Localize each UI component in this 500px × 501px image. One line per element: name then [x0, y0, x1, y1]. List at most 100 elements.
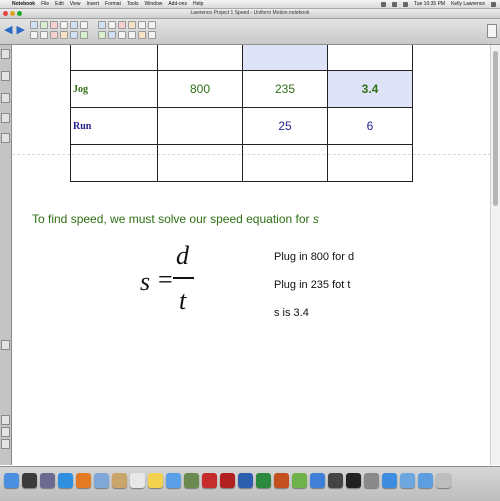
notes-icon[interactable]: [148, 473, 163, 488]
app-store-icon[interactable]: [382, 473, 397, 488]
downloads-icon[interactable]: [418, 473, 433, 488]
line-icon[interactable]: [148, 21, 156, 29]
text-icon[interactable]: [128, 31, 136, 39]
vertical-scrollbar[interactable]: [490, 45, 500, 465]
table-cell[interactable]: [70, 144, 158, 182]
wifi-icon[interactable]: [380, 1, 386, 7]
note-line[interactable]: s is 3.4: [274, 307, 309, 319]
table-cell[interactable]: [157, 45, 243, 71]
table-cell[interactable]: [327, 45, 413, 71]
select-arrow-icon[interactable]: [108, 21, 116, 29]
excel-icon[interactable]: [256, 473, 271, 488]
document-camera-icon[interactable]: [98, 21, 106, 29]
menu-notebook[interactable]: Notebook: [12, 0, 35, 8]
safari-icon[interactable]: [58, 473, 73, 488]
sidebar-arrow-left-icon[interactable]: [1, 415, 10, 425]
menu-tools[interactable]: Tools: [127, 0, 139, 8]
calendar-icon[interactable]: [130, 473, 145, 488]
jog-distance-cell[interactable]: 800: [157, 70, 243, 108]
note-line[interactable]: Plug in 235 fot t: [274, 279, 350, 291]
gallery-tab-icon[interactable]: [1, 71, 10, 81]
smart-notebook-icon[interactable]: [292, 473, 307, 488]
redo-icon[interactable]: [40, 31, 48, 39]
chess-icon[interactable]: [328, 473, 343, 488]
menu-user[interactable]: Kelly Lawrence: [451, 0, 485, 8]
menu-clock[interactable]: Tue 10:35 PM: [414, 0, 445, 8]
table-cell-highlighted[interactable]: 800: [242, 45, 328, 71]
table-cell[interactable]: [242, 144, 328, 182]
open-file-icon[interactable]: [60, 21, 68, 29]
firefox-icon[interactable]: [76, 473, 91, 488]
jog-time-cell[interactable]: 235: [242, 70, 328, 108]
toolbar-toggle-button[interactable]: [487, 24, 497, 38]
folder-icon[interactable]: [400, 473, 415, 488]
trash-icon[interactable]: [436, 473, 451, 488]
table-cell[interactable]: [70, 45, 158, 71]
itunes-icon[interactable]: [166, 473, 181, 488]
notebook-page[interactable]: 800 Jog 800 235 3.4 Run 25 6 To find spe…: [12, 45, 491, 465]
quicktime-icon[interactable]: [310, 473, 325, 488]
creative-pen-icon[interactable]: [128, 21, 136, 29]
addons-tab-icon[interactable]: [1, 133, 10, 143]
row-label-jog[interactable]: Jog: [70, 70, 158, 108]
volume-icon[interactable]: [391, 1, 397, 7]
pen-icon[interactable]: [118, 21, 126, 29]
speed-table[interactable]: 800 Jog 800 235 3.4 Run 25 6: [70, 45, 413, 182]
attachments-tab-icon[interactable]: [1, 93, 10, 103]
run-distance-cell[interactable]: [157, 107, 243, 145]
menu-file[interactable]: File: [41, 0, 49, 8]
contacts-icon[interactable]: [112, 473, 127, 488]
back-arrow-icon[interactable]: ◀: [4, 25, 12, 36]
table-cell[interactable]: [327, 144, 413, 182]
spotlight-icon[interactable]: [491, 1, 496, 7]
sidebar-arrow-up-icon[interactable]: [1, 439, 10, 449]
finder-icon[interactable]: [4, 473, 19, 488]
terminal-icon[interactable]: [346, 473, 361, 488]
dashboard-icon[interactable]: [22, 473, 37, 488]
scrollbar-thumb[interactable]: [493, 51, 498, 206]
properties-tab-icon[interactable]: [1, 113, 10, 123]
table-cell[interactable]: [157, 144, 243, 182]
full-screen-icon[interactable]: [70, 31, 78, 39]
menu-format[interactable]: Format: [105, 0, 121, 8]
word-icon[interactable]: [238, 473, 253, 488]
acrobat-icon[interactable]: [202, 473, 217, 488]
preferences-icon[interactable]: [364, 473, 379, 488]
menu-window[interactable]: Window: [145, 0, 163, 8]
shapes-icon[interactable]: [98, 31, 106, 39]
filezilla-icon[interactable]: [220, 473, 235, 488]
fill-icon[interactable]: [118, 31, 126, 39]
page-sorter-tab-icon[interactable]: [1, 49, 10, 59]
undo-icon[interactable]: [30, 31, 38, 39]
forward-arrow-icon[interactable]: ▶: [16, 25, 24, 36]
menu-addons[interactable]: Add-ons: [168, 0, 187, 8]
note-line[interactable]: Plug in 800 for d: [274, 251, 354, 263]
eraser-icon[interactable]: [138, 21, 146, 29]
add-page-icon[interactable]: [40, 21, 48, 29]
capture-icon[interactable]: [148, 31, 156, 39]
delete-icon[interactable]: [50, 31, 58, 39]
save-icon[interactable]: [70, 21, 78, 29]
jog-speed-cell[interactable]: 3.4: [327, 70, 413, 108]
delete-page-icon[interactable]: [50, 21, 58, 29]
zoom-window-button[interactable]: [17, 11, 22, 16]
row-label-run[interactable]: Run: [70, 107, 158, 145]
menu-insert[interactable]: Insert: [87, 0, 100, 8]
mission-control-icon[interactable]: [40, 473, 55, 488]
sidebar-arrow-right-icon[interactable]: [1, 427, 10, 437]
run-speed-cell[interactable]: 6: [327, 107, 413, 145]
menu-edit[interactable]: Edit: [55, 0, 64, 8]
instruction-text[interactable]: To find speed, we must solve our speed e…: [32, 212, 319, 226]
collapse-sidebar-icon[interactable]: [1, 340, 10, 350]
view-screens-icon[interactable]: [30, 21, 38, 29]
run-time-cell[interactable]: 25: [242, 107, 328, 145]
table-icon[interactable]: [80, 31, 88, 39]
magic-pen-icon[interactable]: [108, 31, 116, 39]
close-window-button[interactable]: [3, 11, 8, 16]
battery-icon[interactable]: [402, 1, 408, 7]
minimize-window-button[interactable]: [10, 11, 15, 16]
paste-icon[interactable]: [80, 21, 88, 29]
screen-shade-icon[interactable]: [60, 31, 68, 39]
properties-icon[interactable]: [138, 31, 146, 39]
photo-icon[interactable]: [184, 473, 199, 488]
